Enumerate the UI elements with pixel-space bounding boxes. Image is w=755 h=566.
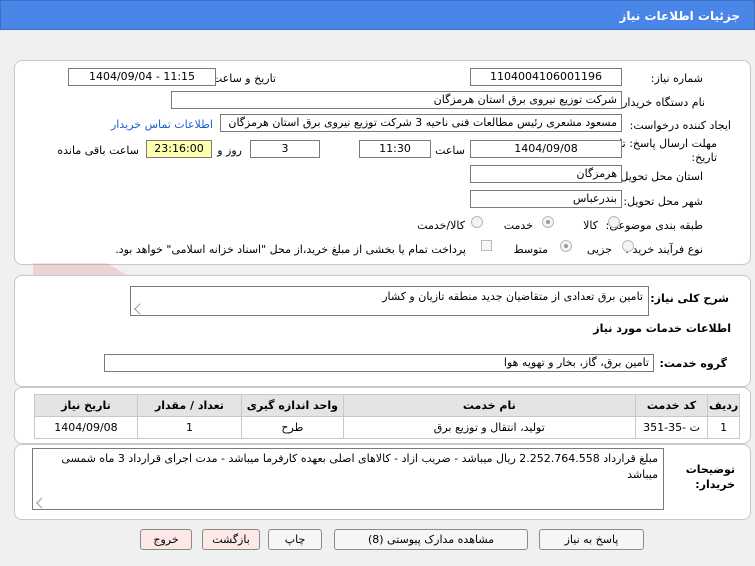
category-both-radio[interactable] [471, 216, 483, 228]
description-label: شرح کلی نیاز: [650, 292, 729, 305]
buyer-notes-text: مبلغ قرارداد 2.252.764.558 ریال میباشد -… [61, 452, 658, 481]
need-number-field[interactable]: 1104004106001196 [470, 68, 622, 86]
category-both-label: کالا/خدمت [417, 219, 465, 232]
back-button[interactable]: بازگشت [202, 529, 260, 550]
province-label: استان محل تحویل: [616, 170, 703, 183]
deadline-time-field[interactable]: 11:30 [359, 140, 431, 158]
service-group-field[interactable]: تامین برق، گاز، بخار و تهویه هوا [104, 354, 654, 372]
col-qty-header: تعداد / مقدار [136, 394, 242, 417]
deadline-label: مهلت ارسال پاسخ: تا تاریخ: [619, 137, 717, 164]
col-unit-header: واحد اندازه گیری [240, 394, 344, 417]
province-field[interactable]: هرمزگان [470, 165, 622, 183]
table-row: 1 ت -35-351 تولید، انتقال و توزیع برق طر… [34, 416, 740, 439]
process-minor-radio[interactable] [622, 240, 634, 252]
services-table: ردیف کد خدمت نام خدمت واحد اندازه گیری ت… [34, 394, 740, 439]
buyer-notes-textarea[interactable]: مبلغ قرارداد 2.252.764.558 ریال میباشد -… [32, 448, 664, 510]
description-text: تامین برق تعدادی از متقاضیان جدید منطقه … [382, 290, 643, 303]
page-title: جزئیات اطلاعات نیاز [619, 9, 740, 23]
cell-service-code: ت -35-351 [634, 416, 709, 439]
cell-row-number: 1 [707, 416, 740, 439]
process-label: نوع فرآیند خرید : [625, 243, 703, 256]
col-code-header: کد خدمت [634, 394, 709, 417]
page-header: جزئیات اطلاعات نیاز [0, 0, 755, 30]
category-label: طبقه بندی موضوعی: [605, 219, 703, 232]
cell-quantity: 1 [136, 416, 242, 439]
services-title: اطلاعات خدمات مورد نیاز [593, 322, 731, 335]
cell-unit: طرح [240, 416, 344, 439]
service-group-label: گروه خدمت: [659, 357, 727, 370]
print-button[interactable]: چاپ [268, 529, 322, 550]
exit-button[interactable]: خروج [140, 529, 192, 550]
description-textarea[interactable]: تامین برق تعدادی از متقاضیان جدید منطقه … [130, 286, 649, 316]
process-minor-label: جزیی [586, 243, 612, 256]
buyer-org-field[interactable]: شرکت توزیع نیروی برق استان هرمزگان [171, 91, 622, 109]
resize-grip-icon[interactable] [134, 303, 146, 315]
cell-need-date: 1404/09/08 [34, 416, 138, 439]
category-goods-radio[interactable] [608, 216, 620, 228]
table-header-row: ردیف کد خدمت نام خدمت واحد اندازه گیری ت… [34, 394, 740, 417]
days-field[interactable]: 3 [250, 140, 320, 158]
treasury-payment-note: پرداخت تمام یا بخشی از مبلغ خرید،از محل … [115, 243, 466, 256]
resize-grip-icon[interactable] [36, 497, 48, 509]
announce-field[interactable]: 1404/09/04 - 11:15 [68, 68, 216, 86]
creator-label: ایجاد کننده درخواست: [629, 119, 731, 132]
col-date-header: تاریخ نیاز [34, 394, 138, 417]
col-row-header: ردیف [707, 394, 740, 417]
process-medium-radio[interactable] [560, 240, 572, 252]
remaining-label: ساعت باقی مانده [57, 144, 139, 157]
days-label: روز و [217, 144, 242, 157]
category-service-radio[interactable] [542, 216, 554, 228]
buyer-org-label: نام دستگاه خریدار: [618, 96, 705, 109]
city-label: شهر محل تحویل: [623, 195, 703, 208]
deadline-time-label: ساعت [435, 144, 465, 157]
city-field[interactable]: بندرعباس [470, 190, 622, 208]
treasury-payment-checkbox[interactable] [481, 240, 492, 251]
deadline-date-field[interactable]: 1404/09/08 [470, 140, 622, 158]
col-name-header: نام خدمت [342, 394, 636, 417]
category-service-label: خدمت [503, 219, 533, 232]
process-medium-label: متوسط [513, 243, 548, 256]
category-goods-label: کالا [583, 219, 598, 232]
buyer-notes-label: توضیحات خریدار: [685, 463, 735, 491]
remaining-time-field: 23:16:00 [146, 140, 212, 158]
creator-field[interactable]: مسعود مشعری رئیس مطالعات فنی ناحیه 3 شرک… [220, 114, 622, 132]
need-number-label: شماره نیاز: [650, 72, 703, 85]
attachments-button[interactable]: مشاهده مدارک پیوستی (8) [334, 529, 528, 550]
cell-service-name: تولید، انتقال و توزیع برق [342, 416, 636, 439]
reply-button[interactable]: پاسخ به نیاز [539, 529, 644, 550]
contact-buyer-link[interactable]: اطلاعات تماس خریدار [111, 118, 213, 131]
